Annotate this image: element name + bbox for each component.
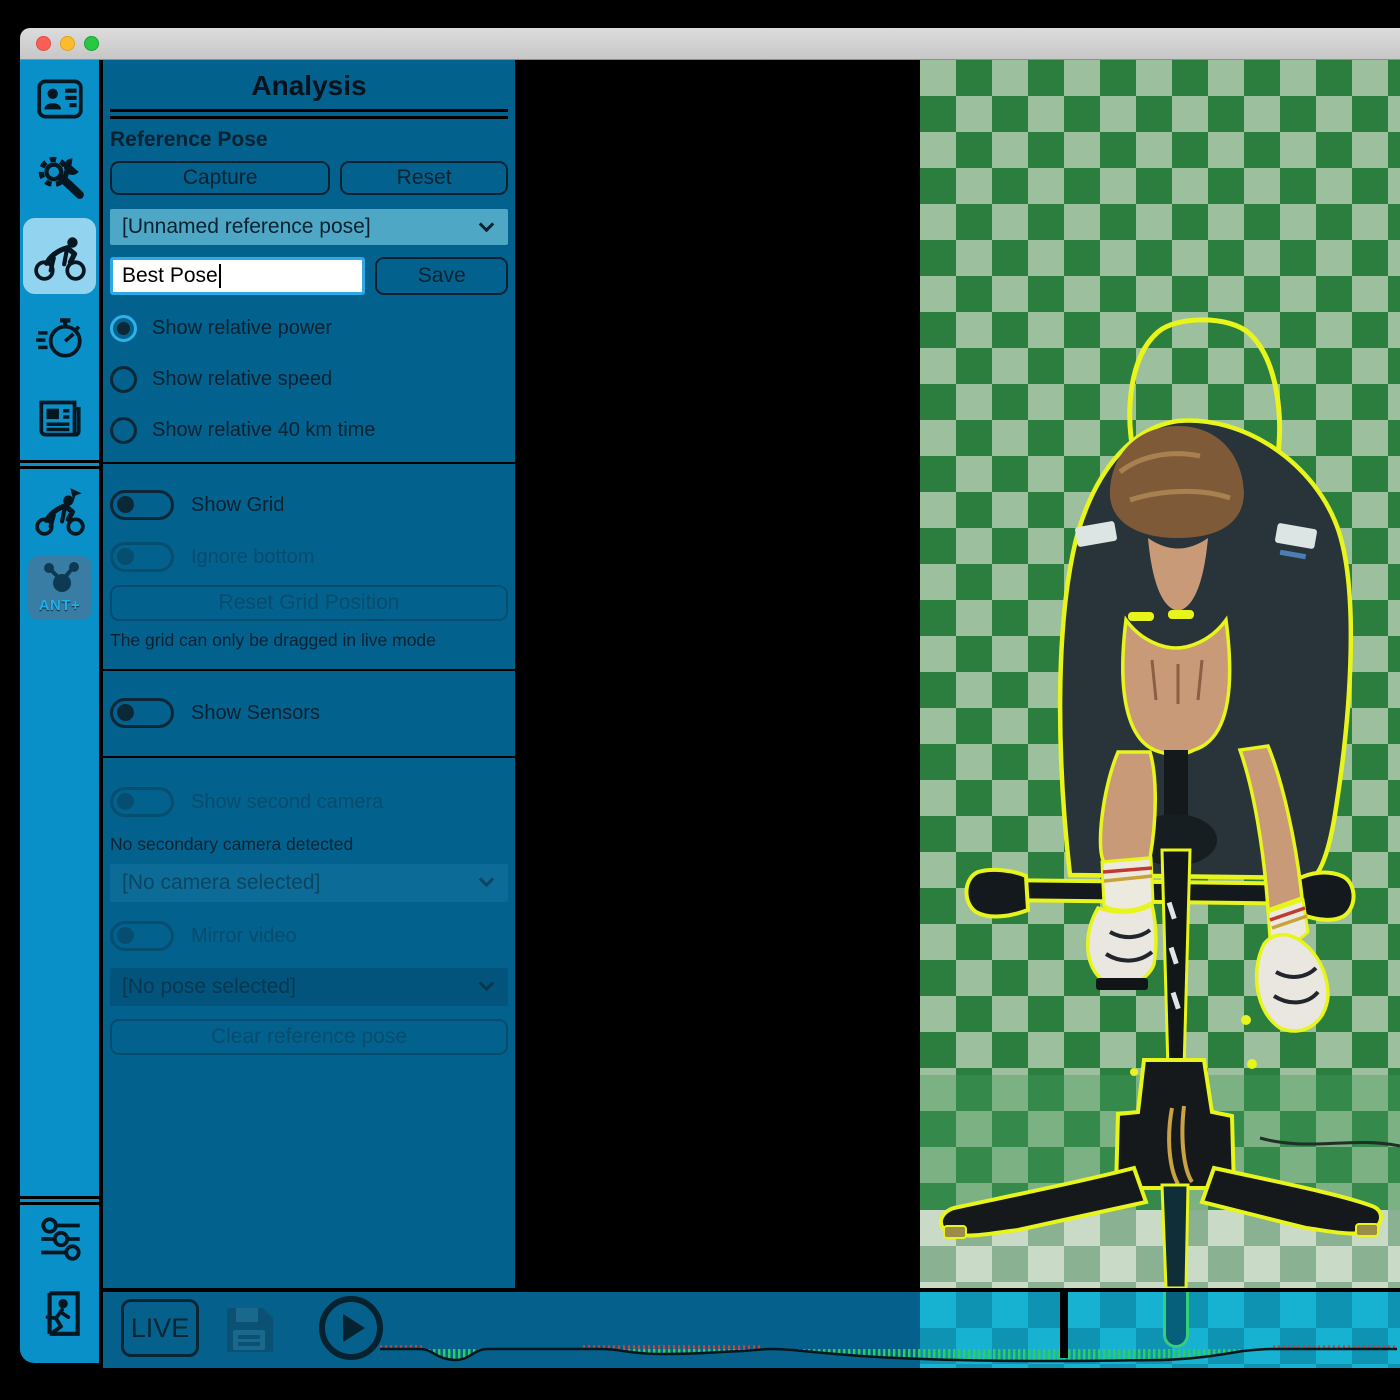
news-report-icon <box>33 390 87 444</box>
toggle-switch[interactable] <box>110 698 174 728</box>
second-pose-select: [No pose selected] <box>110 968 508 1006</box>
ant-plus-icon: ANT+ <box>28 556 92 620</box>
sidebar-item-exit[interactable] <box>20 1286 99 1340</box>
analysis-panel: Analysis Reference Pose Capture Reset [U… <box>103 60 519 1288</box>
minimize-button[interactable] <box>60 36 75 51</box>
chevron-down-icon <box>479 976 495 992</box>
second-pose-select-value: [No pose selected] <box>122 975 296 999</box>
cyclist-icon <box>33 229 87 283</box>
sidebar-item-adjustments[interactable] <box>20 1212 99 1266</box>
panel-title: Analysis <box>110 70 508 102</box>
exit-run-icon <box>33 1286 87 1340</box>
ant-plus-label: ANT+ <box>39 599 81 613</box>
section-divider <box>103 669 515 671</box>
zoom-button[interactable] <box>84 36 99 51</box>
reference-pose-select[interactable]: [Unnamed reference pose] <box>110 209 508 245</box>
pose-name-input[interactable]: Best Pose <box>110 257 365 295</box>
sidebar-item-timer[interactable] <box>20 310 99 364</box>
section-divider <box>103 462 515 464</box>
sidebar-item-pose-tracking[interactable] <box>20 484 99 538</box>
title-underline <box>110 109 508 112</box>
close-button[interactable] <box>36 36 51 51</box>
cyclist-pose-overlay <box>920 60 1400 1288</box>
radio-circle[interactable] <box>110 366 137 393</box>
camera-select-value: [No camera selected] <box>122 871 320 895</box>
sidebar-item-bike-analysis[interactable] <box>23 218 96 294</box>
radio-show-relative-40km[interactable]: Show relative 40 km time <box>110 417 508 444</box>
second-camera-note: No secondary camera detected <box>110 834 508 855</box>
section-divider <box>103 756 515 758</box>
toggle-switch <box>110 787 174 817</box>
cyclist-tracking-icon <box>33 484 87 538</box>
toggle-switch <box>110 921 174 951</box>
radio-circle[interactable] <box>110 417 137 444</box>
sidebar-separator-bottom <box>20 1196 99 1205</box>
chevron-down-icon <box>479 872 495 888</box>
show-grid-toggle[interactable]: Show Grid <box>110 490 508 520</box>
titlebar <box>20 28 1400 60</box>
timeline-playhead[interactable] <box>1060 1292 1068 1358</box>
timeline-waveform[interactable] <box>103 1292 1400 1368</box>
stopwatch-icon <box>33 310 87 364</box>
camera-select: [No camera selected] <box>110 864 508 902</box>
radio-circle-selected[interactable] <box>110 315 137 342</box>
transport-bar: LIVE <box>103 1288 1400 1368</box>
show-sensors-toggle[interactable]: Show Sensors <box>110 698 508 728</box>
reset-grid-position-button: Reset Grid Position <box>110 585 508 621</box>
radio-show-relative-power[interactable]: Show relative power <box>110 315 508 342</box>
ignore-bottom-toggle: Ignore bottom <box>110 542 508 572</box>
settings-wrench-gear-icon <box>33 148 87 202</box>
sliders-icon <box>33 1212 87 1266</box>
mirror-video-toggle: Mirror video <box>110 921 508 951</box>
video-viewport <box>920 60 1400 1288</box>
toggle-switch <box>110 542 174 572</box>
reference-pose-heading: Reference Pose <box>110 128 508 152</box>
app-window: ANT+ Analysis Reference Pose Cap <box>0 0 1400 1400</box>
show-second-camera-toggle: Show second camera <box>110 787 508 817</box>
profile-card-icon <box>33 72 87 126</box>
grid-note: The grid can only be dragged in live mod… <box>110 630 508 651</box>
clear-reference-pose-button: Clear reference pose <box>110 1019 508 1055</box>
save-button[interactable]: Save <box>375 257 508 295</box>
reset-button[interactable]: Reset <box>340 161 508 195</box>
sidebar-separator <box>20 460 99 469</box>
reference-pose-select-value: [Unnamed reference pose] <box>122 215 371 239</box>
chevron-down-icon <box>479 217 495 233</box>
sidebar-item-settings[interactable] <box>20 148 99 202</box>
capture-button[interactable]: Capture <box>110 161 330 195</box>
sidebar: ANT+ <box>20 60 103 1363</box>
text-caret <box>219 264 221 288</box>
title-underline-2 <box>110 116 508 119</box>
sidebar-item-report[interactable] <box>20 390 99 444</box>
toggle-switch[interactable] <box>110 490 174 520</box>
pose-name-input-value: Best Pose <box>122 264 218 288</box>
radio-show-relative-speed[interactable]: Show relative speed <box>110 366 508 393</box>
sidebar-item-ant-plus[interactable]: ANT+ <box>20 556 99 620</box>
sidebar-item-profile[interactable] <box>20 72 99 126</box>
